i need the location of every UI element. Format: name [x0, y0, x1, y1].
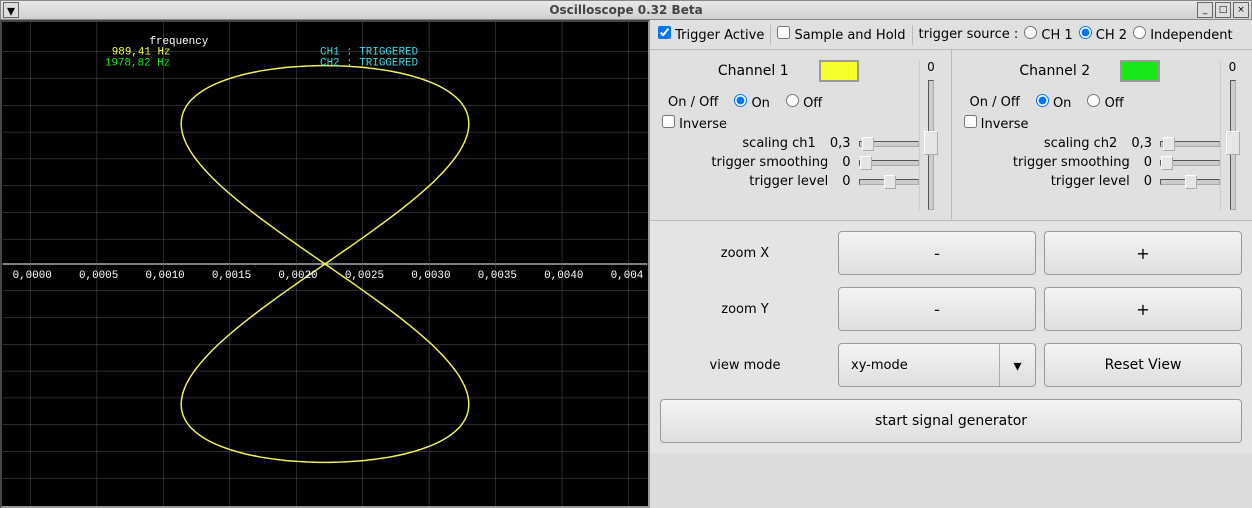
zoom-x-minus-button[interactable]: - — [838, 231, 1036, 275]
ch1-scaling-value: 0,3 — [830, 136, 851, 151]
ch2-scaling-value: 0,3 — [1131, 136, 1152, 151]
svg-text:0,0020: 0,0020 — [278, 270, 317, 282]
ch2-on-radio[interactable]: On — [1036, 94, 1072, 111]
ch2-status: CH2 : TRIGGERED — [320, 58, 418, 70]
channel-2-color-swatch[interactable] — [1120, 60, 1160, 82]
svg-text:0,0005: 0,0005 — [79, 270, 118, 282]
svg-text:0,0000: 0,0000 — [13, 270, 52, 282]
zoom-y-minus-button[interactable]: - — [838, 287, 1036, 331]
ch2-off-radio[interactable]: Off — [1087, 94, 1123, 111]
control-panel: Trigger Active Sample and Hold trigger s… — [650, 20, 1252, 508]
svg-text:0,0035: 0,0035 — [478, 270, 517, 282]
ch1-level-slider[interactable] — [859, 179, 919, 185]
zoom-x-label: zoom X — [660, 246, 830, 261]
svg-text:0,0030: 0,0030 — [411, 270, 450, 282]
window-titlebar: ▾ Oscilloscope 0.32 Beta _ □ × — [0, 0, 1252, 20]
ch2-inverse-checkbox[interactable]: Inverse — [964, 115, 1029, 132]
trigger-active-checkbox[interactable]: Trigger Active — [658, 26, 764, 43]
ch2-vertical-value: 0 — [1229, 60, 1237, 74]
sample-hold-checkbox[interactable]: Sample and Hold — [777, 26, 905, 43]
svg-text:0,0025: 0,0025 — [345, 270, 384, 282]
system-menu-icon[interactable]: ▾ — [3, 2, 19, 18]
zoom-y-label: zoom Y — [660, 302, 830, 317]
minimize-button[interactable]: _ — [1197, 2, 1213, 18]
ch2-level-value: 0 — [1144, 174, 1152, 189]
ch2-level-slider[interactable] — [1160, 179, 1220, 185]
ch2-smoothing-label: trigger smoothing — [960, 155, 1136, 170]
trigger-source-independent[interactable]: Independent — [1133, 26, 1233, 43]
ch1-smoothing-label: trigger smoothing — [658, 155, 834, 170]
start-signal-generator-button[interactable]: start signal generator — [660, 399, 1242, 443]
channel-1-panel: Channel 1 On / Off On Off Inverse scalin… — [650, 50, 952, 220]
ch2-frequency: 1978,82 Hz — [105, 58, 170, 70]
channel-1-title: Channel 1 — [718, 63, 789, 79]
svg-text:0,0015: 0,0015 — [212, 270, 251, 282]
ch1-scaling-label: scaling ch1 — [658, 136, 822, 151]
ch2-level-label: trigger level — [960, 174, 1136, 189]
ch2-smoothing-slider[interactable] — [1160, 160, 1220, 166]
view-mode-value: xy-mode — [839, 358, 999, 373]
ch1-inverse-checkbox[interactable]: Inverse — [662, 115, 727, 132]
channel-2-panel: Channel 2 On / Off On Off Inverse scalin… — [952, 50, 1252, 220]
ch2-vertical-slider[interactable] — [1230, 80, 1236, 210]
close-button[interactable]: × — [1233, 2, 1249, 18]
ch1-onoff-label: On / Off — [668, 95, 718, 110]
ch1-on-radio[interactable]: On — [734, 94, 770, 111]
view-mode-label: view mode — [660, 358, 830, 373]
chevron-down-icon: ▾ — [999, 344, 1035, 386]
trigger-row: Trigger Active Sample and Hold trigger s… — [650, 20, 1252, 50]
oscilloscope-display[interactable]: frequency 989,41 Hz 1978,82 Hz CH1 : TRI… — [0, 20, 650, 508]
window-title: Oscilloscope 0.32 Beta — [549, 3, 702, 17]
ch2-scaling-slider[interactable] — [1160, 141, 1220, 147]
svg-text:0,0040: 0,0040 — [544, 270, 583, 282]
zoom-x-plus-button[interactable]: + — [1044, 231, 1242, 275]
zoom-y-plus-button[interactable]: + — [1044, 287, 1242, 331]
ch1-vertical-slider[interactable] — [928, 80, 934, 210]
reset-view-button[interactable]: Reset View — [1044, 343, 1242, 387]
svg-text:0,0010: 0,0010 — [145, 270, 184, 282]
ch1-smoothing-value: 0 — [842, 155, 850, 170]
ch2-onoff-label: On / Off — [970, 95, 1020, 110]
ch2-smoothing-value: 0 — [1144, 155, 1152, 170]
zoom-view-area: zoom X - + zoom Y - + view mode xy-mode … — [650, 221, 1252, 453]
ch1-off-radio[interactable]: Off — [786, 94, 822, 111]
view-mode-combo[interactable]: xy-mode ▾ — [838, 343, 1036, 387]
maximize-button[interactable]: □ — [1215, 2, 1231, 18]
ch1-level-label: trigger level — [658, 174, 834, 189]
trigger-source-ch1[interactable]: CH 1 — [1024, 26, 1072, 43]
trigger-source-label: trigger source : — [919, 27, 1019, 42]
ch1-smoothing-slider[interactable] — [859, 160, 919, 166]
trigger-source-ch2[interactable]: CH 2 — [1079, 26, 1127, 43]
svg-text:0,004: 0,004 — [611, 270, 644, 282]
ch1-level-value: 0 — [842, 174, 850, 189]
scope-svg: frequency 989,41 Hz 1978,82 Hz CH1 : TRI… — [2, 22, 648, 506]
ch1-vertical-value: 0 — [927, 60, 935, 74]
ch2-scaling-label: scaling ch2 — [960, 136, 1124, 151]
channel-1-color-swatch[interactable] — [819, 60, 859, 82]
channel-2-title: Channel 2 — [1019, 63, 1090, 79]
ch1-scaling-slider[interactable] — [859, 141, 919, 147]
